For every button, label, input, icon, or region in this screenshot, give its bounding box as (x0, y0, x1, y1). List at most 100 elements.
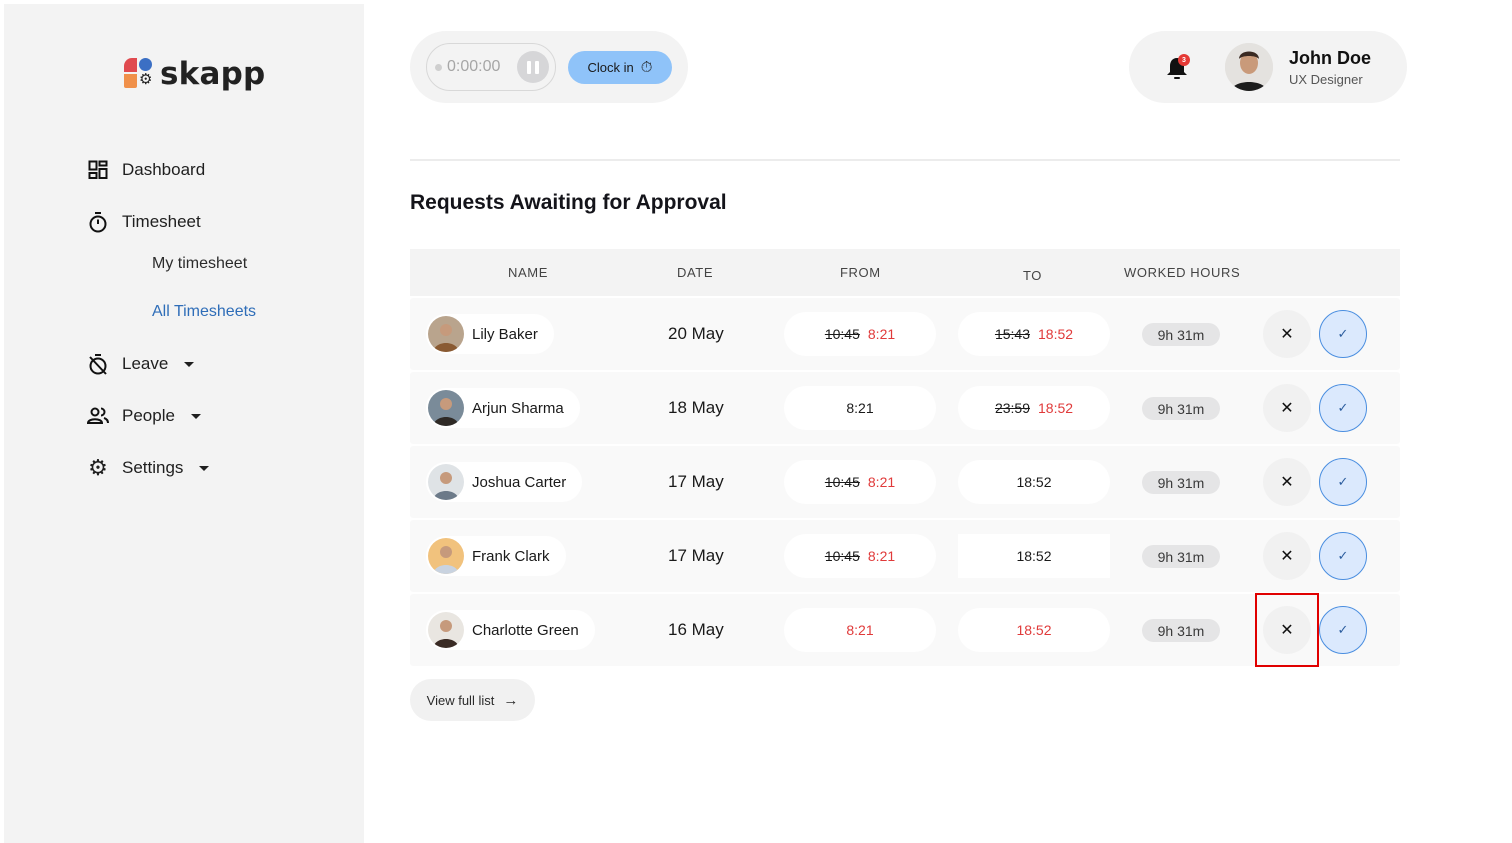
request-date: 18 May (668, 398, 724, 417)
pause-icon (527, 60, 531, 74)
status-dot (435, 63, 442, 71)
sidebar-item-timesheet[interactable]: Timesheet (86, 210, 201, 234)
notification-badge: 3 (1178, 54, 1190, 66)
worked-hours-badge: 9h 31m (1142, 471, 1220, 494)
sidebar-item-dashboard[interactable]: Dashboard (86, 158, 205, 182)
logo-mark-icon: ⚙ (124, 58, 156, 90)
worked-hours-badge: 9h 31m (1142, 323, 1220, 346)
column-header-name: NAME (508, 265, 548, 280)
from-time-cell: 10:45 8:21 (784, 534, 936, 578)
requested-from-time: 8:21 (867, 326, 896, 342)
requested-from-time: 8:21 (867, 548, 896, 564)
employee-name: Charlotte Green (472, 621, 579, 639)
request-date: 16 May (668, 620, 724, 639)
approve-button[interactable]: ✓ (1319, 606, 1367, 654)
sidebar-item-settings[interactable]: ⚙ Settings (86, 455, 210, 480)
user-avatar[interactable] (1225, 43, 1273, 91)
to-time: 18:52 (1016, 622, 1052, 638)
employee-chip[interactable]: Frank Clark (426, 536, 566, 576)
check-icon: ✓ (1337, 622, 1349, 637)
view-full-list-label: View full list (426, 692, 495, 708)
close-icon: ✕ (1280, 326, 1294, 343)
check-icon: ✓ (1337, 548, 1349, 563)
user-name: John Doe (1289, 48, 1372, 68)
table-row: Lily Baker 20 May 10:45 8:21 15:43 18:52 9… (410, 298, 1400, 370)
request-date: 20 May (668, 324, 724, 343)
original-from-time: 10:45 (824, 326, 860, 342)
pause-button[interactable] (517, 51, 549, 83)
avatar (428, 316, 464, 352)
dashboard-icon (86, 158, 110, 182)
sidebar-item-label: Settings (122, 458, 184, 477)
column-header-date: DATE (677, 265, 714, 280)
chevron-down-icon[interactable] (199, 465, 210, 471)
employee-chip[interactable]: Lily Baker (426, 314, 554, 354)
check-icon: ✓ (1337, 400, 1349, 415)
sidebar-item-label: People (122, 406, 175, 425)
column-header-worked-hours: WORKED HOURS (1124, 265, 1241, 280)
employee-chip[interactable]: Arjun Sharma (426, 388, 580, 428)
reject-button[interactable]: ✕ (1263, 310, 1311, 358)
sidebar: ⚙ skapp Dashboard Timesheet My timesheet… (4, 4, 364, 843)
avatar (428, 464, 464, 500)
from-time: 8:21 (846, 622, 874, 638)
column-header-to: TO (1023, 268, 1043, 283)
user-role: UX Designer (1289, 72, 1363, 87)
to-time: 18:52 (1016, 548, 1052, 564)
requested-to-time: 18:52 (1038, 400, 1074, 416)
approve-button[interactable]: ✓ (1319, 384, 1367, 432)
table-row: Frank Clark 17 May 10:45 8:21 18:52 9h 31… (410, 520, 1400, 592)
employee-name: Arjun Sharma (472, 399, 564, 417)
app-logo[interactable]: ⚙ skapp (124, 56, 265, 92)
clock-widget: 0:00:00 Clock in ⏱ (410, 31, 688, 103)
to-time-cell: 18:52 (958, 460, 1110, 504)
column-header-from: FROM (840, 265, 881, 280)
table-row: Joshua Carter 17 May 10:45 8:21 18:52 9h … (410, 446, 1400, 518)
request-date: 17 May (668, 546, 724, 565)
reject-button[interactable]: ✕ (1263, 532, 1311, 580)
original-to-time: 23:59 (994, 400, 1030, 416)
sidebar-subitem-all-timesheets[interactable]: All Timesheets (152, 303, 256, 321)
to-time-cell: 18:52 (958, 534, 1110, 578)
avatar (428, 390, 464, 426)
chevron-down-icon[interactable] (190, 413, 201, 419)
timer-value: 0:00:00 (447, 58, 501, 75)
chevron-down-icon[interactable] (184, 361, 195, 367)
check-icon: ✓ (1337, 474, 1349, 489)
from-time-cell: 8:21 (784, 386, 936, 430)
sidebar-item-label: Timesheet (122, 212, 201, 231)
original-to-time: 15:43 (994, 326, 1030, 342)
to-time-cell: 15:43 18:52 (958, 312, 1110, 356)
employee-chip[interactable]: Charlotte Green (426, 610, 595, 650)
arrow-right-icon: → (503, 691, 519, 709)
gear-icon: ⚙ (88, 455, 108, 480)
approve-button[interactable]: ✓ (1319, 532, 1367, 580)
sidebar-item-leave[interactable]: Leave (86, 352, 195, 376)
worked-hours-badge: 9h 31m (1142, 619, 1220, 642)
worked-hours-badge: 9h 31m (1142, 545, 1220, 568)
employee-name: Frank Clark (472, 547, 550, 565)
to-time-cell: 18:52 (958, 608, 1110, 652)
requested-from-time: 8:21 (867, 474, 896, 490)
to-time: 18:52 (1016, 474, 1052, 490)
reject-button[interactable]: ✕ (1263, 458, 1311, 506)
sidebar-item-label: Leave (122, 354, 169, 373)
from-time: 8:21 (846, 400, 874, 416)
table-row: Charlotte Green 16 May 8:21 18:52 9h 31m… (410, 594, 1400, 666)
sidebar-item-people[interactable]: People (86, 404, 201, 428)
clock-in-button[interactable]: Clock in ⏱ (568, 51, 672, 84)
avatar (428, 612, 464, 648)
from-time-cell: 8:21 (784, 608, 936, 652)
approve-button[interactable]: ✓ (1319, 458, 1367, 506)
reject-button[interactable]: ✕ (1263, 606, 1311, 654)
approve-button[interactable]: ✓ (1319, 310, 1367, 358)
sidebar-subitem-my-timesheet[interactable]: My timesheet (152, 255, 247, 273)
avatar (428, 538, 464, 574)
view-full-list-button[interactable]: View full list → (410, 679, 535, 721)
reject-button[interactable]: ✕ (1263, 384, 1311, 432)
stopwatch-icon: ⏱ (640, 59, 653, 76)
sidebar-item-label: Dashboard (122, 160, 206, 179)
employee-chip[interactable]: Joshua Carter (426, 462, 583, 502)
request-date: 17 May (668, 472, 724, 491)
clock-in-label: Clock in (587, 60, 634, 75)
